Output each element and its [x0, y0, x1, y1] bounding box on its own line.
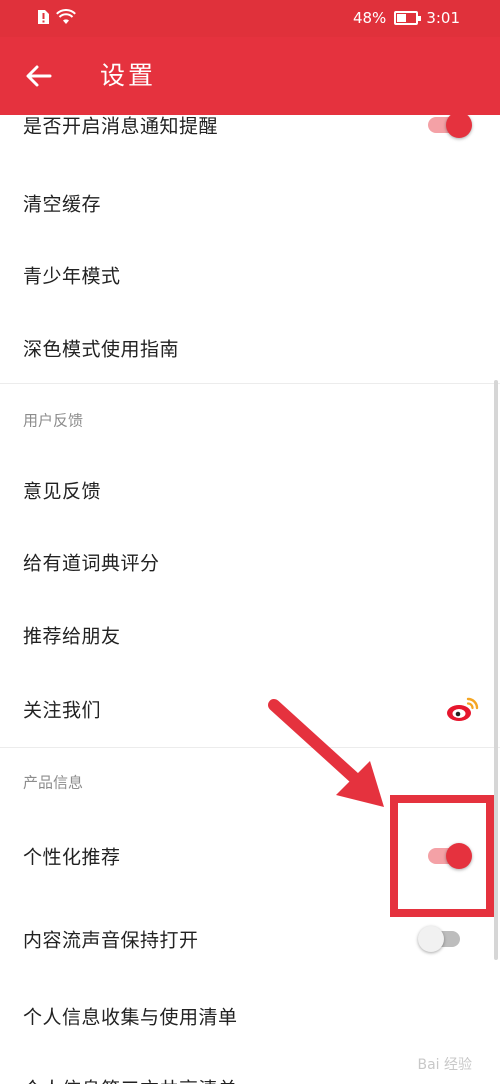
row-follow-us[interactable]: 关注我们: [0, 673, 500, 745]
status-bar: 48% 3:01: [0, 0, 500, 37]
battery-icon: [394, 11, 422, 25]
row-recommend-friends-label: 推荐给朋友: [23, 625, 121, 648]
row-personalized-label: 个性化推荐: [23, 846, 121, 869]
scrollbar[interactable]: [494, 380, 498, 960]
row-personal-info-list[interactable]: 个人信息收集与使用清单: [0, 980, 500, 1052]
row-follow-us-label: 关注我们: [23, 699, 102, 722]
notification-toggle[interactable]: [426, 115, 474, 139]
divider: [0, 383, 500, 384]
row-feedback[interactable]: 意见反馈: [0, 454, 500, 526]
row-clear-cache[interactable]: 清空缓存: [0, 167, 500, 239]
annotation-highlight-box: [390, 795, 494, 917]
section-user-feedback-label: 用户反馈: [23, 411, 84, 430]
back-arrow-icon[interactable]: [22, 59, 56, 93]
stream-sound-toggle[interactable]: [418, 925, 466, 953]
row-teen-mode-label: 青少年模式: [23, 265, 121, 288]
watermark: Bai 经验: [417, 1057, 472, 1073]
battery-percent: 48%: [352, 9, 387, 27]
weibo-icon: [447, 697, 479, 721]
row-clear-cache-label: 清空缓存: [23, 193, 102, 216]
annotation-arrow-icon: [268, 699, 384, 807]
row-rate-app[interactable]: 给有道词典评分: [0, 526, 500, 598]
page-title: 设置: [100, 61, 157, 90]
section-user-feedback: 用户反馈: [0, 385, 500, 455]
row-recommend-friends[interactable]: 推荐给朋友: [0, 599, 500, 671]
row-notification-label: 是否开启消息通知提醒: [23, 115, 219, 138]
row-personal-info-list-label: 个人信息收集与使用清单: [23, 1006, 238, 1029]
row-dark-mode-guide-label: 深色模式使用指南: [23, 338, 180, 361]
settings-list: 是否开启消息通知提醒 清空缓存 青少年模式 深色模式使用指南 用户反馈 意见反馈…: [0, 115, 500, 1084]
toolbar: 设置: [0, 37, 500, 115]
row-rate-app-label: 给有道词典评分: [23, 552, 160, 575]
row-teen-mode[interactable]: 青少年模式: [0, 239, 500, 311]
row-third-party-list-label: 个人信息第三方共享清单: [23, 1075, 238, 1084]
sim-alert-icon: [38, 10, 49, 24]
wifi-icon: [56, 9, 76, 24]
row-stream-sound-label: 内容流声音保持打开: [23, 929, 199, 952]
clock: 3:01: [426, 9, 460, 27]
row-feedback-label: 意见反馈: [23, 480, 102, 503]
row-dark-mode-guide[interactable]: 深色模式使用指南: [0, 312, 500, 384]
row-notification[interactable]: 是否开启消息通知提醒: [0, 115, 500, 161]
section-product-info-label: 产品信息: [23, 773, 84, 792]
